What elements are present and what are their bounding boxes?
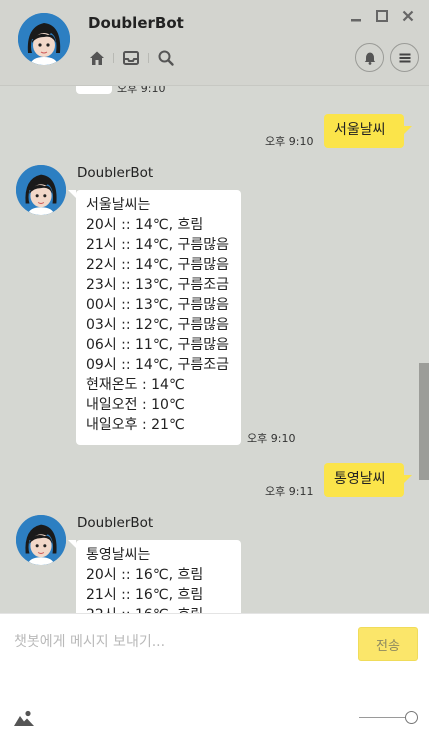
message-time: 오후 9:11	[265, 485, 314, 498]
inbox-icon[interactable]	[122, 49, 140, 67]
bot-avatar[interactable]	[18, 13, 70, 65]
message-line: 21시 :: 14℃, 구름많음	[86, 237, 229, 253]
menu-button[interactable]	[390, 43, 419, 72]
chat-scroll-area[interactable]: 오후 9:10 오후 9:10 서울날씨 DoublerBot 서울날씨는 20…	[0, 86, 429, 613]
bubble-tail	[68, 540, 76, 548]
bot-avatar[interactable]	[16, 515, 66, 565]
bubble-tail	[68, 190, 76, 198]
chat-header: DoublerBot	[0, 0, 429, 86]
bot-avatar[interactable]	[16, 165, 66, 215]
opacity-slider-track[interactable]	[359, 717, 411, 718]
message-input[interactable]	[14, 630, 344, 654]
home-icon[interactable]	[88, 49, 106, 67]
message-line: 23시 :: 13℃, 구름조금	[86, 277, 229, 293]
image-attach-icon[interactable]	[13, 709, 35, 727]
message-time: 오후 9:10	[117, 86, 166, 95]
message-text: 서울날씨	[334, 122, 386, 138]
message-line: 통영날씨는	[86, 547, 151, 563]
menu-icon	[399, 53, 410, 62]
sender-name: DoublerBot	[77, 165, 154, 181]
maximize-icon[interactable]	[374, 8, 390, 24]
bubble-tail	[404, 475, 412, 483]
message-line: 09시 :: 14℃, 구름조금	[86, 357, 229, 373]
message-line: 22시 :: 14℃, 구름많음	[86, 257, 229, 273]
message-time: 오후 9:10	[247, 432, 296, 445]
message-composer: 전송	[0, 613, 429, 739]
bubble-tail	[404, 126, 412, 134]
notification-button[interactable]	[355, 43, 384, 72]
bot-message-bubble[interactable]: 서울날씨는 20시 :: 14℃, 흐림 21시 :: 14℃, 구름많음 22…	[76, 190, 241, 445]
message-line: 20시 :: 16℃, 흐림	[86, 567, 204, 583]
message-line: 00시 :: 13℃, 구름많음	[86, 297, 229, 313]
message-line: 21시 :: 16℃, 흐림	[86, 587, 204, 603]
chat-scrollbar[interactable]	[419, 363, 429, 480]
message-line: 현재온도 : 14℃	[86, 377, 185, 393]
room-title: DoublerBot	[88, 14, 184, 32]
message-bubble	[76, 86, 112, 94]
message-line: 20시 :: 14℃, 흐림	[86, 217, 204, 233]
sender-name: DoublerBot	[77, 515, 154, 531]
message-text: 통영날씨	[334, 471, 386, 487]
message-line: 내일오후 : 21℃	[86, 417, 185, 433]
message-line: 22시 :: 16℃, 흐림	[86, 605, 231, 613]
bell-icon	[364, 52, 375, 65]
close-icon[interactable]	[400, 8, 416, 24]
send-button[interactable]: 전송	[358, 627, 418, 661]
message-time: 오후 9:10	[265, 135, 314, 148]
my-message-bubble[interactable]: 통영날씨	[324, 463, 404, 497]
message-line: 03시 :: 12℃, 구름많음	[86, 317, 229, 333]
divider	[113, 53, 114, 63]
message-line: 06시 :: 11℃, 구름많음	[86, 337, 229, 353]
search-icon[interactable]	[157, 49, 175, 67]
divider	[148, 53, 149, 63]
bot-message-bubble[interactable]: 통영날씨는 20시 :: 16℃, 흐림 21시 :: 16℃, 흐림 22시 …	[76, 540, 241, 613]
opacity-slider-handle[interactable]	[405, 711, 418, 724]
message-line: 서울날씨는	[86, 197, 151, 213]
minimize-icon[interactable]	[348, 8, 364, 24]
my-message-bubble[interactable]: 서울날씨	[324, 114, 404, 148]
message-line: 내일오전 : 10℃	[86, 397, 185, 413]
